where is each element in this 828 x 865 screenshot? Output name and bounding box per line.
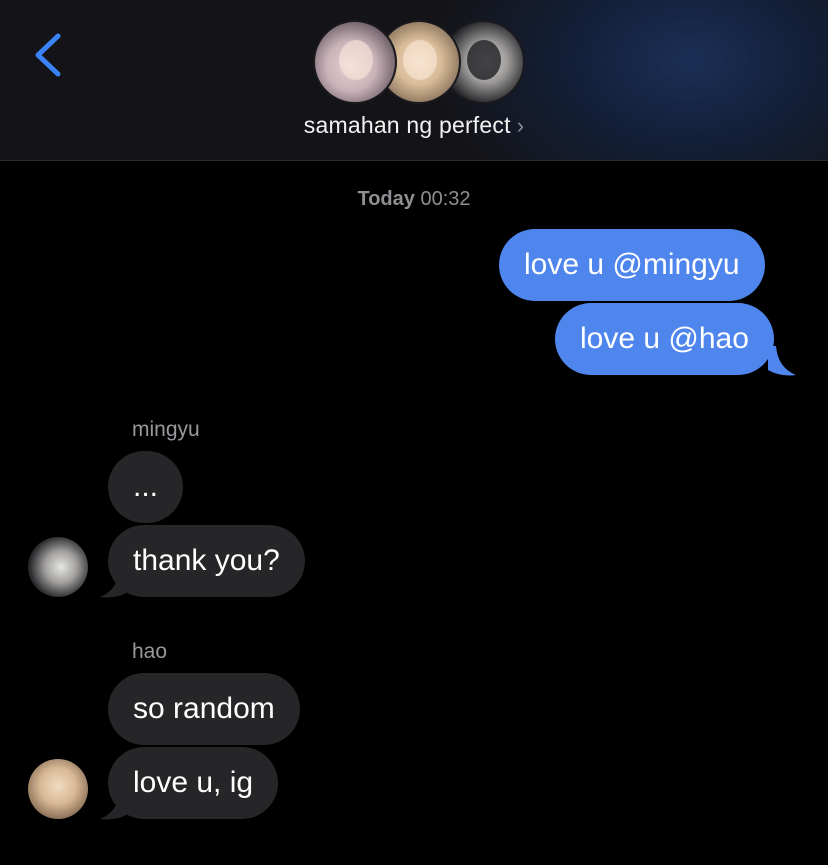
- avatar: [313, 20, 397, 104]
- timestamp-time: 00:32: [420, 188, 471, 210]
- message-bubble-incoming[interactable]: so random: [108, 673, 300, 745]
- message-text: love u @mingyu: [524, 248, 740, 281]
- sender-name: hao: [132, 640, 168, 663]
- avatar[interactable]: [28, 759, 88, 819]
- message-bubble-incoming[interactable]: ...: [108, 451, 183, 523]
- message-text: love u @hao: [580, 322, 749, 355]
- bubble-tail: [768, 346, 796, 376]
- message-bubble-outgoing[interactable]: love u @hao: [555, 303, 774, 375]
- bubble-tail: [100, 568, 128, 598]
- group-name-label: samahan ng perfect: [303, 112, 511, 138]
- group-title[interactable]: samahan ng perfect ›: [0, 112, 828, 139]
- message-text: love u, ig: [133, 766, 254, 799]
- message-text: thank you?: [133, 544, 280, 577]
- avatar[interactable]: [28, 537, 88, 597]
- message-timestamp: Today 00:32: [0, 188, 828, 211]
- message-text: so random: [133, 692, 275, 725]
- message-bubble-incoming[interactable]: thank you?: [108, 525, 305, 597]
- message-text: ...: [132, 470, 158, 503]
- message-bubble-outgoing[interactable]: love u @mingyu: [499, 229, 765, 301]
- timestamp-day: Today: [357, 188, 415, 210]
- group-avatars[interactable]: [313, 20, 525, 104]
- chevron-right-icon: ›: [516, 113, 525, 138]
- bubble-tail: [100, 790, 128, 820]
- sender-name: mingyu: [132, 418, 200, 441]
- chevron-left-icon[interactable]: [30, 32, 70, 78]
- message-bubble-incoming[interactable]: love u, ig: [108, 747, 279, 819]
- conversation-header: samahan ng perfect ›: [0, 0, 828, 161]
